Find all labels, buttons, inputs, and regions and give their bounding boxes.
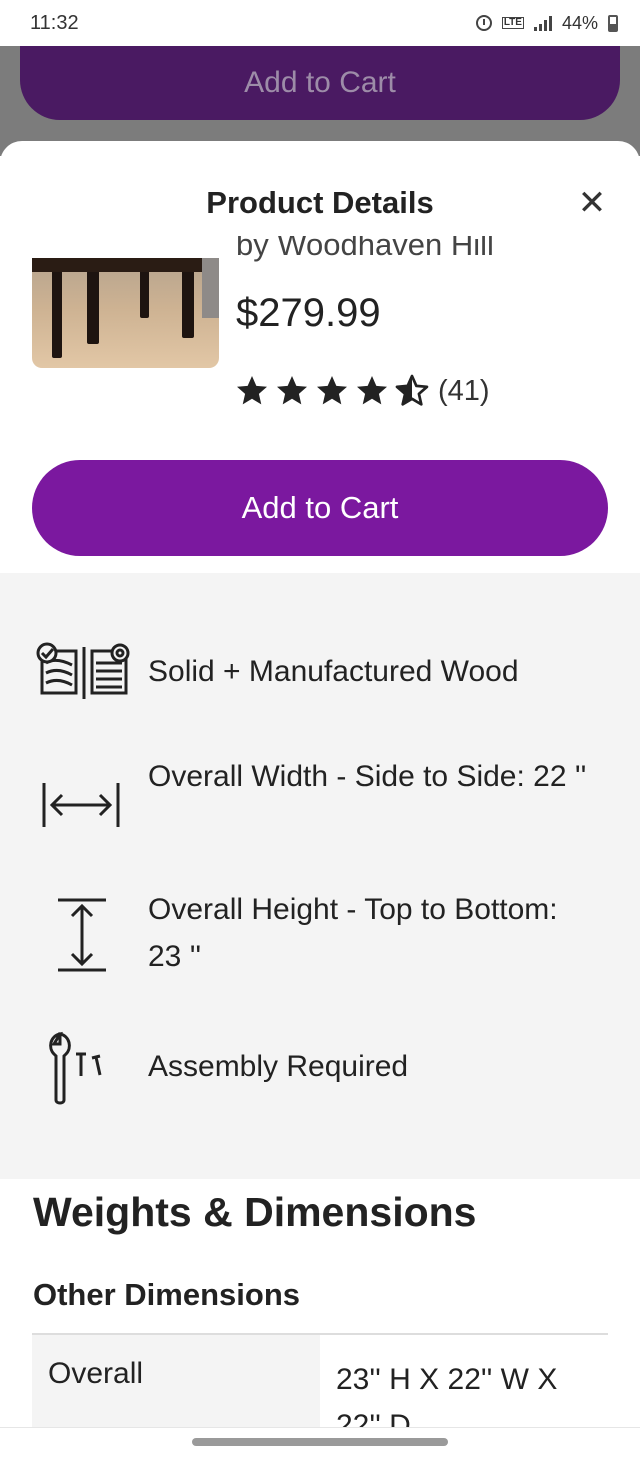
other-dimensions-heading: Other Dimensions: [33, 1277, 300, 1312]
product-brand[interactable]: by Woodhaven Hill: [236, 236, 616, 270]
feature-height-text: Overall Height - Top to Bottom: 23 '': [148, 893, 558, 973]
review-count[interactable]: (41): [438, 375, 490, 408]
feature-width-text: Overall Width - Side to Side: 22 '': [148, 760, 587, 793]
width-arrow-icon: [42, 783, 120, 827]
background-add-to-cart-button: Add to Cart: [20, 46, 620, 120]
close-icon[interactable]: ✕: [572, 183, 612, 223]
status-bar: 11:32 LTE 44%: [0, 0, 640, 46]
product-price: $279.99: [236, 291, 381, 335]
product-thumbnail: [32, 258, 219, 368]
product-details-sheet: Product Details ✕ by Woodhaven Hill $279…: [0, 141, 640, 1459]
status-time: 11:32: [30, 11, 79, 34]
home-indicator[interactable]: [192, 1438, 448, 1446]
battery-icon: [608, 14, 618, 32]
add-to-cart-button[interactable]: Add to Cart: [32, 460, 608, 556]
star-filled-icon: [237, 376, 267, 405]
wood-grain-icon: [36, 642, 130, 699]
product-features: Solid + Manufactured Wood Overall Width …: [0, 573, 640, 1179]
feature-assembly-text: Assembly Required: [148, 1050, 409, 1083]
battery-percent: 44%: [561, 12, 598, 33]
weights-dimensions-heading: Weights & Dimensions: [33, 1189, 477, 1235]
wrench-icon: [49, 1031, 102, 1105]
height-arrow-icon: [58, 898, 106, 972]
feature-material-text: Solid + Manufactured Wood: [148, 655, 519, 688]
system-navigation-bar: [0, 1427, 640, 1460]
signal-icon: [533, 15, 552, 31]
alarm-icon: [475, 15, 492, 31]
star-half-icon: [395, 374, 429, 406]
lte-icon: LTE: [501, 17, 524, 29]
status-icons: LTE 44%: [475, 12, 618, 34]
page-backdrop[interactable]: Add to Cart: [0, 46, 640, 156]
star-filled-icon: [357, 376, 387, 405]
sheet-title: Product Details: [206, 185, 434, 220]
product-rating[interactable]: (41): [234, 373, 490, 409]
star-filled-icon: [277, 376, 307, 405]
star-filled-icon: [317, 376, 347, 405]
